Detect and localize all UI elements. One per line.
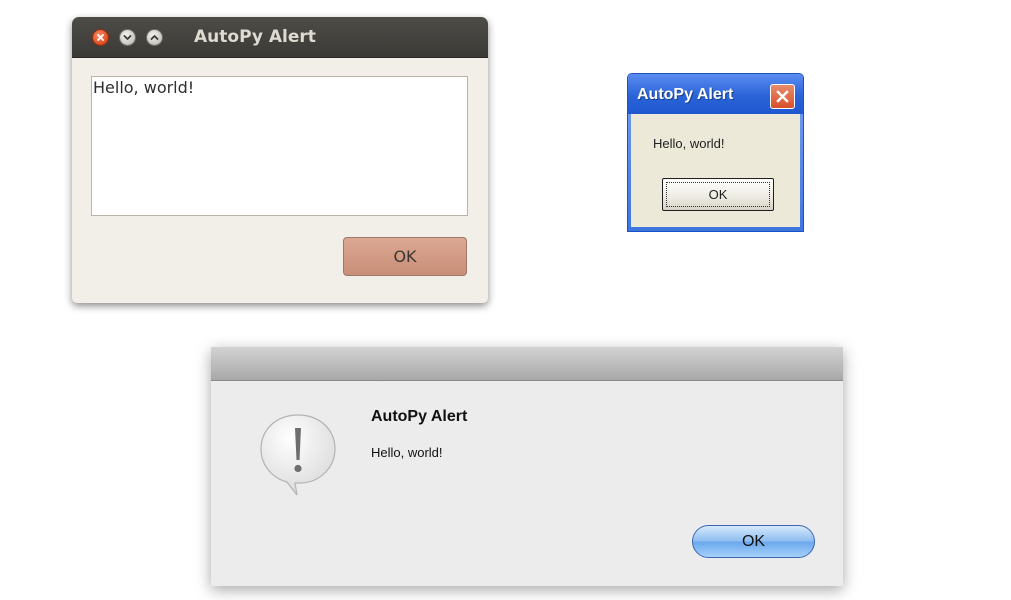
close-icon[interactable] bbox=[92, 29, 109, 46]
window-title: AutoPy Alert bbox=[194, 27, 316, 47]
ubuntu-alert-window: AutoPy Alert Hello, world! OK bbox=[72, 17, 488, 303]
mac-titlebar bbox=[211, 347, 843, 381]
windows-alert-window: AutoPy Alert Hello, world! OK bbox=[627, 73, 804, 232]
alert-title: AutoPy Alert bbox=[371, 408, 468, 425]
ok-button[interactable]: OK bbox=[692, 525, 815, 558]
windows-titlebar: AutoPy Alert bbox=[628, 74, 803, 114]
screenshot-canvas: AutoPy Alert Hello, world! OK AutoPy Ale… bbox=[0, 0, 1011, 600]
alert-icon bbox=[260, 414, 336, 496]
ok-button[interactable]: OK bbox=[343, 237, 467, 276]
maximize-icon[interactable] bbox=[146, 29, 163, 46]
close-icon[interactable] bbox=[770, 84, 795, 109]
ubuntu-titlebar: AutoPy Alert bbox=[72, 17, 488, 58]
minimize-icon[interactable] bbox=[119, 29, 136, 46]
windows-dialog-body: Hello, world! OK bbox=[631, 114, 800, 227]
alert-message: Hello, world! bbox=[653, 136, 725, 151]
window-title: AutoPy Alert bbox=[637, 86, 734, 103]
message-text-area[interactable]: Hello, world! bbox=[91, 76, 468, 216]
alert-message: Hello, world! bbox=[93, 78, 195, 97]
alert-message: Hello, world! bbox=[371, 445, 443, 460]
ok-button[interactable]: OK bbox=[662, 178, 774, 211]
mac-alert-window: AutoPy Alert Hello, world! OK bbox=[211, 347, 843, 586]
